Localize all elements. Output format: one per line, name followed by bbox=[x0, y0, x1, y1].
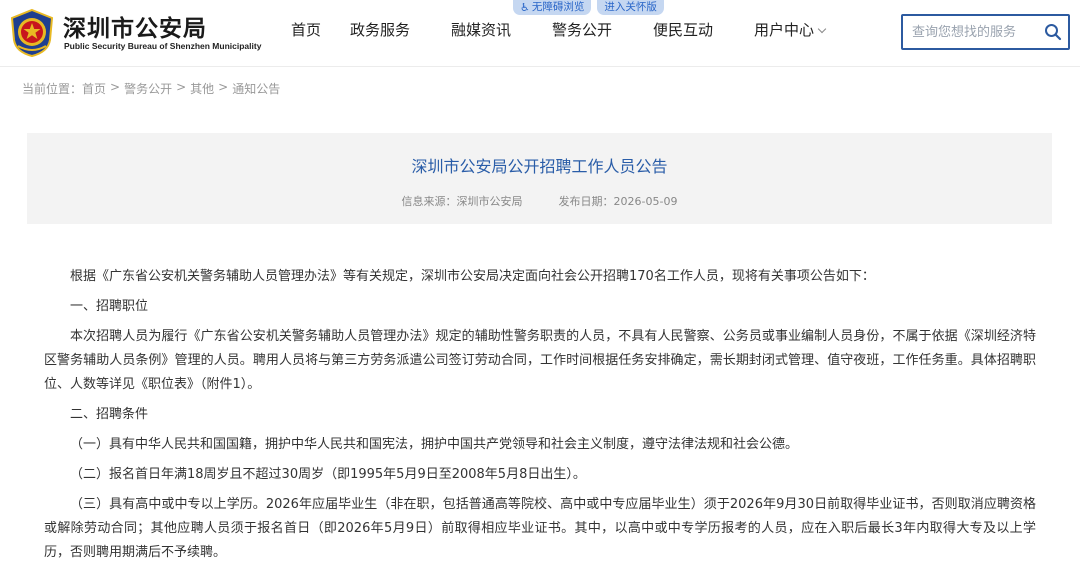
site-logo-title[interactable]: 深圳市公安局 bbox=[63, 9, 207, 43]
article-paragraph: 本次招聘人员为履行《广东省公安机关警务辅助人员管理办法》规定的辅助性警务职责的人… bbox=[44, 329, 1036, 392]
article-paragraph: （三）具有高中或中专以上学历。2026年应届毕业生（非在职，包括普通高等院校、高… bbox=[44, 497, 1036, 560]
article-date: 发布日期：2026-05-09 bbox=[558, 195, 678, 208]
nav-item-home[interactable]: 首页 bbox=[291, 19, 350, 41]
breadcrumb-separator: > bbox=[218, 80, 229, 94]
wheelchair-icon: ♿ bbox=[520, 1, 530, 14]
search-icon[interactable] bbox=[1044, 23, 1062, 41]
barrier-free-label: 无障碍浏览 bbox=[531, 1, 585, 13]
site-logo-subtitle: Public Security Bureau of Shenzhen Munic… bbox=[64, 41, 262, 51]
breadcrumb-separator: > bbox=[110, 80, 121, 94]
breadcrumb-notices[interactable]: 通知公告 bbox=[232, 80, 280, 97]
section-heading: 二、招聘条件 bbox=[70, 407, 149, 422]
accessibility-bar: ♿ 无障碍浏览 进入关怀版 bbox=[513, 0, 664, 16]
main-nav: 首页 政务服务 融媒资讯 警务公开 便民互动 用户中心 bbox=[291, 19, 844, 41]
article-paragraph: （二）报名首日年满18周岁且不超过30周岁（即1995年5月9日至2008年5月… bbox=[70, 467, 586, 482]
article-paragraph: 根据《广东省公安机关警务辅助人员管理办法》等有关规定，深圳市公安局决定面向社会公… bbox=[70, 269, 875, 284]
breadcrumb: 当前位置：首页 > 警务公开 > 其他 > 通知公告 bbox=[22, 80, 284, 97]
nav-item-user-center[interactable]: 用户中心 bbox=[754, 19, 844, 41]
breadcrumb-police-affairs[interactable]: 警务公开 bbox=[124, 80, 172, 97]
article-body: 根据《广东省公安机关警务辅助人员管理办法》等有关规定，深圳市公安局决定面向社会公… bbox=[44, 265, 1036, 571]
nav-item-gov-services[interactable]: 政务服务 bbox=[350, 19, 451, 41]
nav-item-user-center-label: 用户中心 bbox=[754, 21, 815, 39]
elderly-mode-label: 进入关怀版 bbox=[604, 1, 657, 13]
article-title: 深圳市公安局公开招聘工作人员公告 bbox=[411, 157, 668, 176]
breadcrumb-separator: > bbox=[176, 80, 187, 94]
nav-item-police-affairs[interactable]: 警务公开 bbox=[552, 19, 653, 41]
nav-item-public-interaction[interactable]: 便民互动 bbox=[653, 19, 754, 41]
chevron-down-icon bbox=[817, 24, 827, 34]
nav-item-media-news[interactable]: 融媒资讯 bbox=[451, 19, 552, 41]
article-meta: 信息来源：深圳市公安局 发布日期：2026-05-09 bbox=[27, 193, 1052, 209]
search-box bbox=[901, 14, 1070, 50]
breadcrumb-other[interactable]: 其他 bbox=[190, 80, 214, 97]
site-header: 深圳市公安局 Public Security Bureau of Shenzhe… bbox=[0, 0, 1080, 67]
elderly-mode-button[interactable]: 进入关怀版 bbox=[597, 0, 664, 15]
article-header: 深圳市公安局公开招聘工作人员公告 信息来源：深圳市公安局 发布日期：2026-05… bbox=[27, 133, 1052, 224]
police-emblem-icon[interactable] bbox=[8, 8, 56, 58]
section-heading: 一、招聘职位 bbox=[70, 299, 149, 314]
barrier-free-button[interactable]: ♿ 无障碍浏览 bbox=[513, 0, 592, 15]
article-source: 信息来源：深圳市公安局 bbox=[401, 195, 523, 208]
breadcrumb-home[interactable]: 当前位置：首页 bbox=[22, 80, 106, 97]
search-input[interactable] bbox=[903, 16, 1041, 48]
article-paragraph: （一）具有中华人民共和国国籍，拥护中华人民共和国宪法，拥护中国共产党领导和社会主… bbox=[70, 437, 799, 452]
